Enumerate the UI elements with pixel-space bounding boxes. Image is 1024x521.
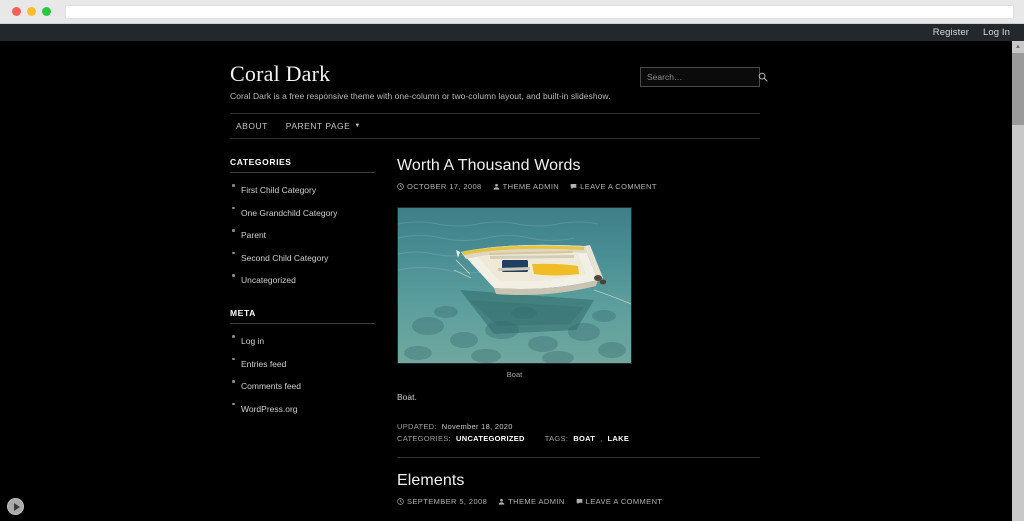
list-item: Uncategorized bbox=[230, 270, 375, 288]
list-item: Log in bbox=[230, 331, 375, 349]
sidebar-link[interactable]: Log in bbox=[241, 336, 264, 346]
post-body: Boat. bbox=[397, 392, 417, 403]
clock-icon bbox=[397, 498, 404, 506]
sidebar-link[interactable]: One Grandchild Category bbox=[241, 208, 337, 218]
sidebar-link[interactable]: Uncategorized bbox=[241, 275, 296, 285]
browser-chrome bbox=[0, 0, 1024, 24]
site-branding: Coral Dark Coral Dark is a free responsi… bbox=[230, 59, 611, 101]
content-columns: CATEGORIES First Child Category One Gran… bbox=[230, 157, 760, 521]
post-comments-link[interactable]: LEAVE A COMMENT bbox=[570, 182, 657, 191]
tag-separator: , bbox=[600, 434, 603, 444]
slideshow-play-button[interactable] bbox=[7, 498, 24, 515]
post-comments-label: LEAVE A COMMENT bbox=[580, 182, 657, 192]
search-form bbox=[640, 67, 768, 87]
minimize-window-button[interactable] bbox=[27, 7, 36, 16]
search-input[interactable] bbox=[647, 72, 758, 82]
site-header: Coral Dark Coral Dark is a free responsi… bbox=[230, 59, 768, 101]
scrollbar-thumb[interactable] bbox=[1012, 53, 1024, 125]
updated-value: November 18, 2020 bbox=[441, 422, 513, 432]
post-title[interactable]: Elements bbox=[397, 472, 760, 490]
nav-item-about[interactable]: ABOUT bbox=[236, 121, 268, 131]
post-elements: Elements SEPTEMBER 5, 2008 THEME ADMIN L… bbox=[397, 472, 760, 521]
boat-photo-image bbox=[398, 208, 631, 364]
scroll-up-arrow-icon[interactable]: ▲ bbox=[1012, 41, 1024, 53]
updated-label: UPDATED: bbox=[397, 422, 437, 432]
zoom-window-button[interactable] bbox=[42, 7, 51, 16]
post-meta: OCTOBER 17, 2008 THEME ADMIN LEAVE A COM… bbox=[397, 182, 760, 191]
primary-navigation: ABOUT PARENT PAGE ▼ bbox=[230, 113, 760, 140]
list-item: One Grandchild Category bbox=[230, 203, 375, 221]
sidebar: CATEGORIES First Child Category One Gran… bbox=[230, 157, 375, 521]
sidebar-link[interactable]: Comments feed bbox=[241, 381, 301, 391]
wp-admin-bar: Register Log In bbox=[0, 24, 1024, 41]
widget-title: META bbox=[230, 308, 375, 325]
boat-photo[interactable] bbox=[397, 207, 632, 365]
widget-title: CATEGORIES bbox=[230, 157, 375, 174]
post-comments-label: LEAVE A COMMENT bbox=[585, 497, 663, 507]
tags-label: TAGS: bbox=[544, 434, 569, 444]
sidebar-link[interactable]: Entries feed bbox=[241, 359, 286, 369]
site-container: Coral Dark Coral Dark is a free responsi… bbox=[230, 41, 768, 521]
post-meta: SEPTEMBER 5, 2008 THEME ADMIN LEAVE A CO… bbox=[397, 497, 760, 506]
url-bar[interactable] bbox=[65, 4, 1014, 19]
tag-link[interactable]: BOAT bbox=[573, 434, 595, 443]
list-item: Comments feed bbox=[230, 376, 375, 394]
list-item: First Child Category bbox=[230, 180, 375, 198]
post-title[interactable]: Worth A Thousand Words bbox=[397, 157, 760, 175]
clock-icon bbox=[397, 183, 404, 190]
nav-item-label: PARENT PAGE bbox=[285, 121, 351, 132]
widget-meta: META Log in Entries feed Comments feed W… bbox=[230, 308, 375, 417]
search-submit-button[interactable] bbox=[758, 70, 768, 85]
list-item: Entries feed bbox=[230, 354, 375, 372]
category-link[interactable]: UNCATEGORIZED bbox=[456, 434, 525, 443]
sidebar-link[interactable]: Second Child Category bbox=[241, 253, 328, 263]
post-comments-link[interactable]: LEAVE A COMMENT bbox=[576, 497, 663, 506]
post-author[interactable]: THEME ADMIN bbox=[493, 182, 560, 191]
comment-icon bbox=[570, 183, 577, 190]
sidebar-link[interactable]: Parent bbox=[241, 230, 266, 240]
nav-item-parent-page[interactable]: PARENT PAGE ▼ bbox=[286, 121, 361, 131]
meta-list: Log in Entries feed Comments feed WordPr… bbox=[230, 331, 375, 417]
site-title[interactable]: Coral Dark bbox=[230, 61, 611, 86]
vertical-scrollbar[interactable]: ▲ bbox=[1012, 41, 1024, 521]
main-content: Worth A Thousand Words OCTOBER 17, 2008 bbox=[397, 157, 760, 521]
site-description: Coral Dark is a free responsive theme wi… bbox=[230, 91, 611, 102]
sidebar-link[interactable]: WordPress.org bbox=[241, 404, 298, 414]
post-author[interactable]: THEME ADMIN bbox=[498, 497, 565, 506]
login-link[interactable]: Log In bbox=[983, 27, 1010, 38]
nav-item-label: ABOUT bbox=[236, 121, 268, 132]
search-icon bbox=[758, 70, 768, 85]
categories-label: CATEGORIES: bbox=[397, 434, 452, 444]
figure-caption: Boat bbox=[506, 370, 523, 380]
updated-line: UPDATED: November 18, 2020 bbox=[397, 422, 760, 431]
close-window-button[interactable] bbox=[12, 7, 21, 16]
post-date: OCTOBER 17, 2008 bbox=[397, 182, 482, 191]
list-item: Second Child Category bbox=[230, 248, 375, 266]
window-controls bbox=[12, 7, 51, 16]
widget-categories: CATEGORIES First Child Category One Gran… bbox=[230, 157, 375, 288]
chevron-down-icon: ▼ bbox=[354, 123, 361, 130]
post-author-label: THEME ADMIN bbox=[502, 182, 560, 192]
play-icon bbox=[13, 502, 20, 511]
post-author-label: THEME ADMIN bbox=[508, 497, 565, 507]
tag-link[interactable]: LAKE bbox=[608, 434, 630, 443]
post-footer: UPDATED: November 18, 2020 CATEGORIES: U… bbox=[397, 422, 760, 443]
categories-list: First Child Category One Grandchild Cate… bbox=[230, 180, 375, 288]
sidebar-link[interactable]: First Child Category bbox=[241, 185, 316, 195]
list-item: Parent bbox=[230, 225, 375, 243]
user-icon bbox=[498, 498, 505, 505]
register-link[interactable]: Register bbox=[933, 27, 969, 38]
post-date-label: OCTOBER 17, 2008 bbox=[407, 182, 482, 192]
post-worth-a-thousand-words: Worth A Thousand Words OCTOBER 17, 2008 bbox=[397, 157, 760, 459]
post-date-label: SEPTEMBER 5, 2008 bbox=[407, 497, 488, 507]
comment-icon bbox=[576, 498, 583, 505]
page-viewport: Coral Dark Coral Dark is a free responsi… bbox=[0, 41, 1024, 521]
user-icon bbox=[493, 183, 500, 190]
list-item: WordPress.org bbox=[230, 399, 375, 417]
post-featured-figure: Boat bbox=[397, 207, 632, 379]
post-date: SEPTEMBER 5, 2008 bbox=[397, 497, 487, 506]
post-divider bbox=[397, 457, 760, 459]
taxonomy-line: CATEGORIES: UNCATEGORIZED TAGS: BOAT, LA… bbox=[397, 434, 760, 443]
